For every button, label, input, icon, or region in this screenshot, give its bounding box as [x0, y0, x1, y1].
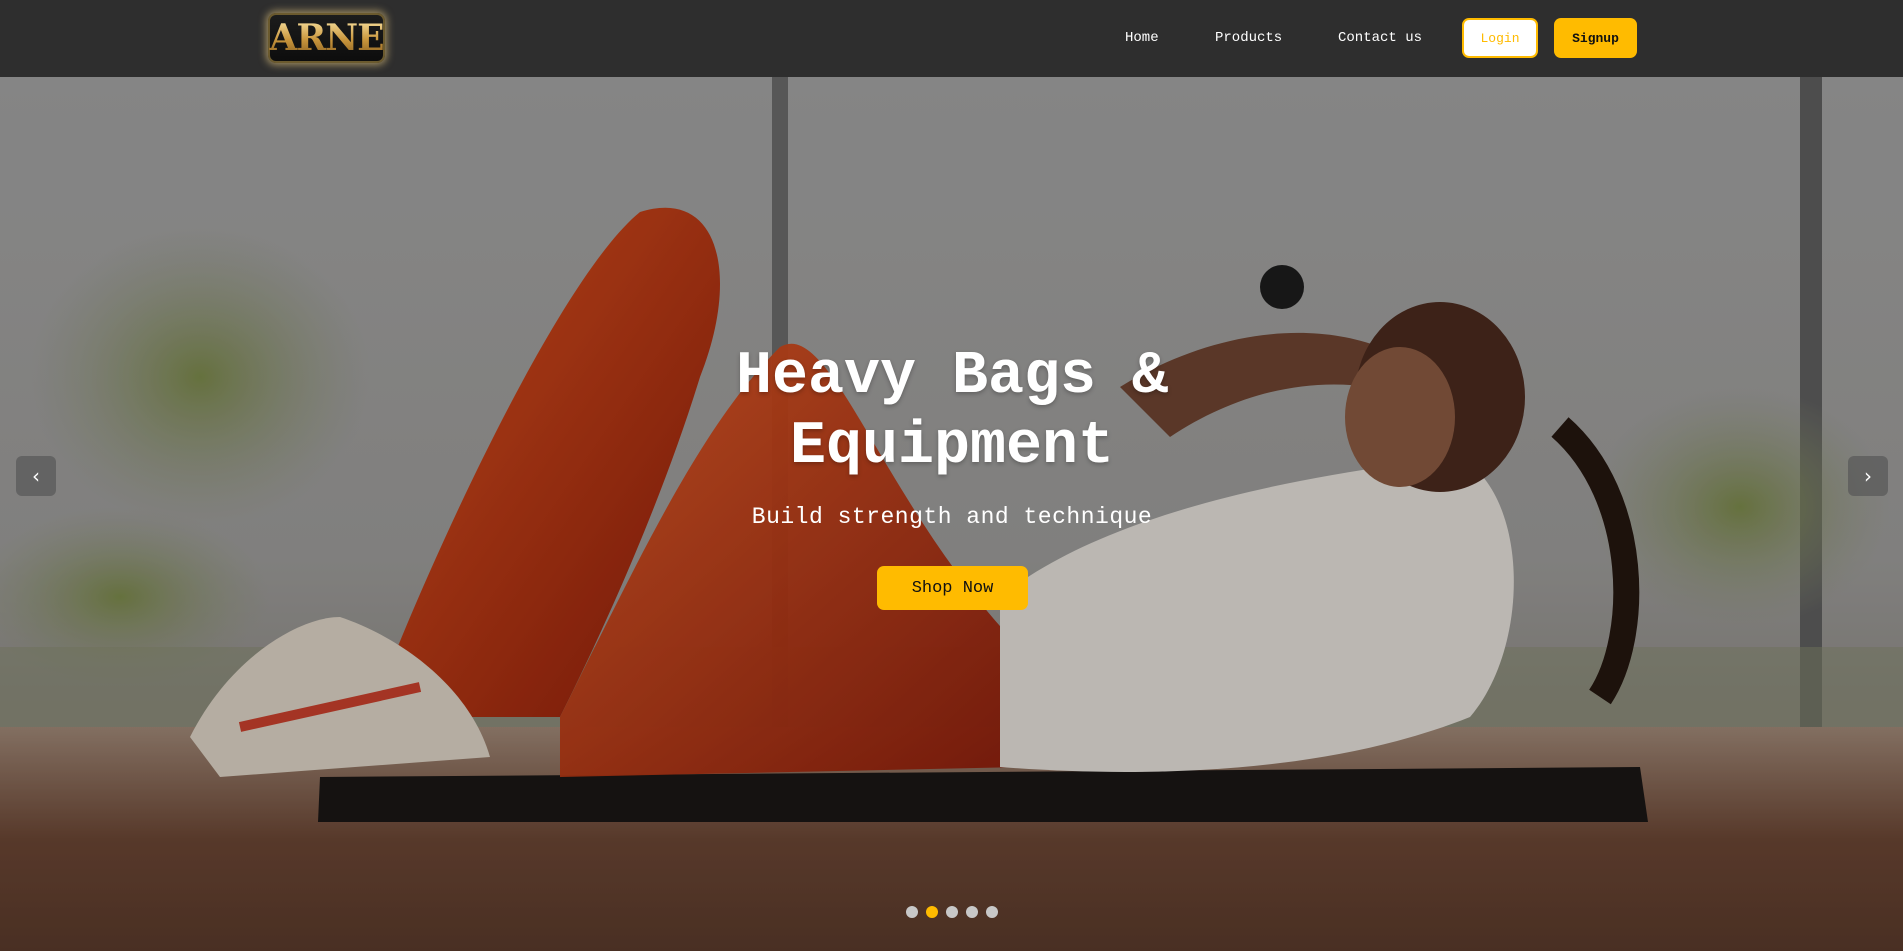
carousel-dot-4[interactable] — [966, 906, 978, 918]
hero-carousel: Heavy Bags & Equipment Build strength an… — [0, 77, 1903, 951]
signup-button[interactable]: Signup — [1554, 18, 1637, 58]
carousel-next-button[interactable]: › — [1848, 456, 1888, 496]
nav-link-home[interactable]: Home — [1125, 29, 1159, 47]
shop-now-button[interactable]: Shop Now — [877, 566, 1028, 610]
brand-logo[interactable]: ARNE — [268, 13, 385, 63]
nav-link-products[interactable]: Products — [1215, 29, 1282, 47]
nav-link-contact[interactable]: Contact us — [1338, 29, 1422, 47]
login-button[interactable]: Login — [1462, 18, 1538, 58]
carousel-dot-1[interactable] — [906, 906, 918, 918]
chevron-right-icon: › — [1864, 464, 1872, 488]
carousel-dot-3[interactable] — [946, 906, 958, 918]
navbar: ARNE Home Products Contact us Login Sign… — [0, 0, 1903, 77]
chevron-left-icon: ‹ — [32, 464, 40, 488]
hero-title: Heavy Bags & Equipment — [735, 343, 1169, 481]
brand-logo-text: ARNE — [269, 17, 384, 59]
carousel-dot-5[interactable] — [986, 906, 998, 918]
hero-subtitle: Build strength and technique — [751, 504, 1153, 530]
carousel-dot-2[interactable] — [926, 906, 938, 918]
carousel-indicators — [906, 906, 998, 918]
carousel-prev-button[interactable]: ‹ — [16, 456, 56, 496]
